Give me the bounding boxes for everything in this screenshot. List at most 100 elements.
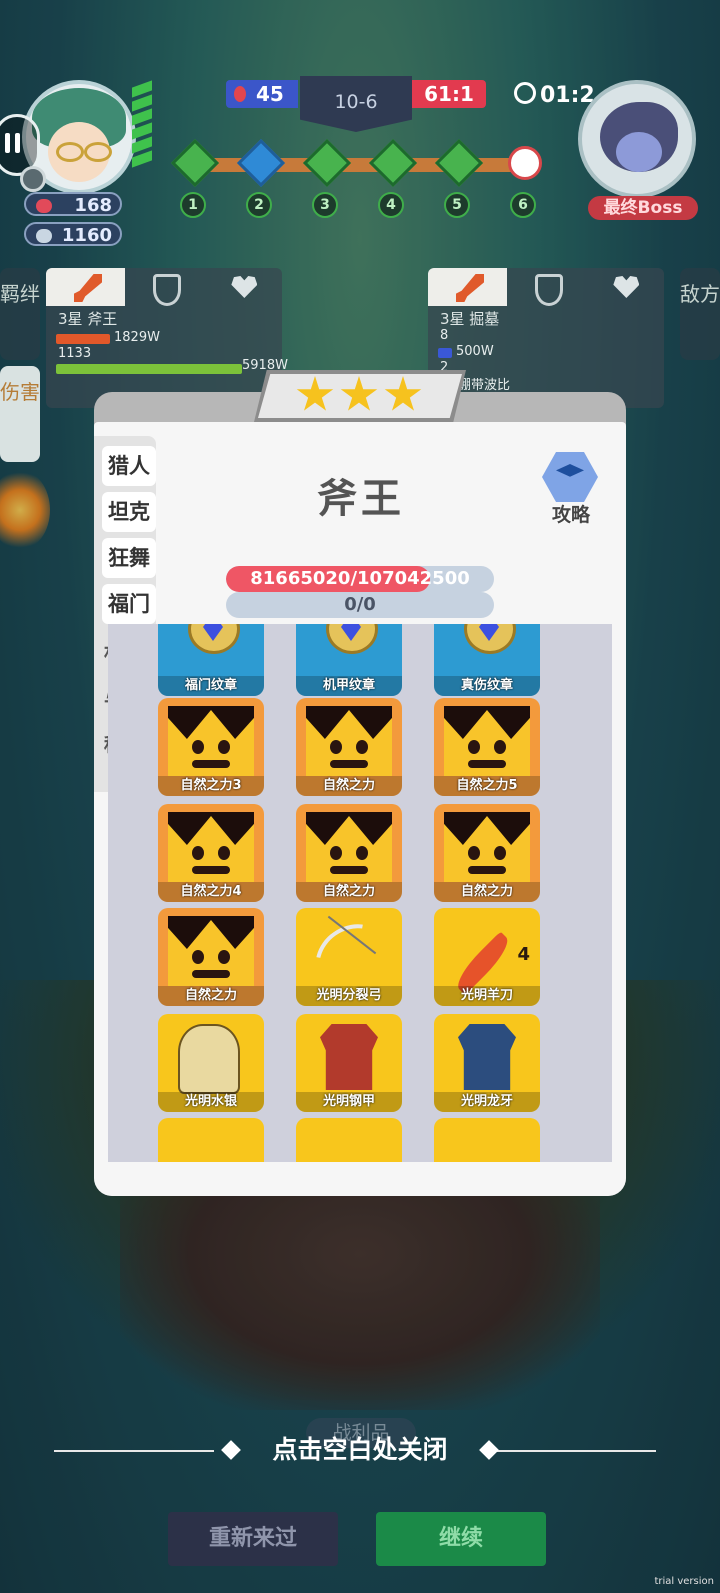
crown-icon (306, 812, 392, 882)
armor-icon (458, 1024, 516, 1090)
continue-button[interactable]: 继续 (376, 1512, 546, 1566)
strategy-button[interactable]: 攻略 (534, 450, 608, 526)
restart-button[interactable]: 重新来过 (168, 1512, 338, 1566)
item-label: 自然之力3 (158, 776, 264, 796)
coins-value: 1160 (61, 225, 112, 246)
shield-bar: 0/0 (226, 592, 494, 618)
level-text: 10-6 (334, 91, 378, 113)
damage-value: 1829W (114, 330, 160, 345)
hp-text: 81665020/107042500 (250, 568, 470, 589)
sword-icon (74, 274, 102, 302)
boss-avatar[interactable] (578, 80, 696, 198)
item-count-badge: 4 (517, 944, 530, 965)
emblem-icon (464, 624, 516, 654)
item-label: 自然之力 (434, 882, 540, 902)
secondary-value: 1133 (58, 346, 92, 361)
shield-icon (534, 274, 563, 306)
item-label: 自然之力4 (158, 882, 264, 902)
item-label: 光明羊刀 (434, 986, 540, 1006)
shield-text: 0/0 (344, 594, 376, 615)
heal-tab[interactable] (585, 268, 664, 306)
equipment-item[interactable]: 福门纹章 (158, 624, 264, 696)
equipment-item[interactable] (434, 1118, 540, 1162)
coins-counter: 1160 (24, 222, 122, 246)
equipment-item[interactable]: 光明龙牙 (434, 1014, 540, 1112)
stage-number: 6 (510, 192, 536, 218)
item-label: 自然之力 (296, 776, 402, 796)
equipment-grid: 福门纹章 机甲纹章 真伤纹章 自然之力3 自然之力 自然之力5 自然之力4 自然… (108, 624, 612, 1162)
equipment-item[interactable] (158, 1118, 264, 1162)
stage-number: 4 (378, 192, 404, 218)
item-label: 机甲纹章 (296, 676, 402, 696)
heal-tab[interactable] (203, 268, 282, 306)
equipment-item[interactable]: 机甲纹章 (296, 624, 402, 696)
crown-icon (444, 812, 530, 882)
enemy-damage-panel: 3星 掘墓 8 500W 2 绷带波比 (428, 268, 664, 408)
enemy-score-value: 61:1 (424, 82, 474, 106)
category-hunter[interactable]: 猎人 (102, 446, 156, 486)
damage-tab[interactable] (428, 268, 507, 306)
hearts-counter: 168 (24, 192, 122, 216)
tab-bonds[interactable]: 羁绊 (0, 268, 40, 360)
strategy-label: 攻略 (551, 504, 590, 526)
category-fumen[interactable]: 福门 (102, 584, 156, 624)
equipment-item[interactable]: 光明分裂弓 (296, 908, 402, 1006)
equipment-item[interactable]: 光明水银 (158, 1014, 264, 1112)
crown-icon (168, 916, 254, 986)
player-score: 45 (226, 80, 298, 108)
hearts-value: 168 (74, 195, 112, 216)
item-label: 自然之力5 (434, 776, 540, 796)
equipment-item[interactable]: 自然之力4 (158, 804, 264, 902)
emblem-icon (188, 624, 240, 654)
item-label: 光明水银 (158, 1092, 264, 1112)
stage-number: 3 (312, 192, 338, 218)
category-tank[interactable]: 坦克 (102, 492, 156, 532)
heart-icon (36, 199, 52, 213)
star-rating (254, 370, 466, 422)
defense-tab[interactable] (125, 268, 204, 306)
item-label: 光明分裂弓 (296, 986, 402, 1006)
item-label: 自然之力 (296, 882, 402, 902)
equipment-item[interactable]: 自然之力 (296, 804, 402, 902)
equipment-item[interactable]: 自然之力 (434, 804, 540, 902)
tab-enemy[interactable]: 敌方 (680, 268, 720, 360)
damage-value: 500W (456, 344, 494, 359)
category-frenzy[interactable]: 狂舞 (102, 538, 156, 578)
crown-icon (168, 706, 254, 776)
equipment-item[interactable]: 自然之力 (296, 698, 402, 796)
energy-bars (132, 80, 152, 184)
clock-icon (514, 82, 536, 104)
equipment-item[interactable]: 真伤纹章 (434, 624, 540, 696)
heart-icon (231, 276, 258, 298)
shield-icon (152, 274, 181, 306)
secondary-value: 8 (440, 328, 449, 343)
stage-number: 5 (444, 192, 470, 218)
equipment-item[interactable]: 自然之力3 (158, 698, 264, 796)
item-label: 光明龙牙 (434, 1092, 540, 1112)
equipment-item[interactable]: 自然之力5 (434, 698, 540, 796)
defense-tab[interactable] (507, 268, 586, 306)
equipment-item[interactable] (296, 1118, 402, 1162)
damage-bar (438, 348, 452, 358)
emblem-icon (326, 624, 378, 654)
tab-damage[interactable]: 伤害 (0, 366, 40, 462)
player-score-value: 45 (256, 82, 284, 106)
item-label: 福门纹章 (158, 676, 264, 696)
damage-bar-total (56, 364, 242, 374)
sword-icon (456, 274, 484, 302)
damage-tab[interactable] (46, 268, 125, 306)
gear-icon[interactable] (20, 166, 46, 192)
enemy-score: 61:1 (412, 80, 486, 108)
equipment-item[interactable]: 自然之力 (158, 908, 264, 1006)
close-hint: 点击空白处关闭 (272, 1435, 448, 1464)
armor-icon (320, 1024, 378, 1090)
equipment-item[interactable]: 光明钢甲 (296, 1014, 402, 1112)
boss-label: 最终Boss (588, 196, 698, 220)
helmet-icon (178, 1024, 240, 1094)
item-label: 真伤纹章 (434, 676, 540, 696)
unit-name: 绷带波比 (458, 378, 511, 393)
item-label: 自然之力 (158, 986, 264, 1006)
graduation-cap-icon (542, 452, 598, 502)
equipment-item[interactable]: 4 光明羊刀 (434, 908, 540, 1006)
stage-number: 1 (180, 192, 206, 218)
